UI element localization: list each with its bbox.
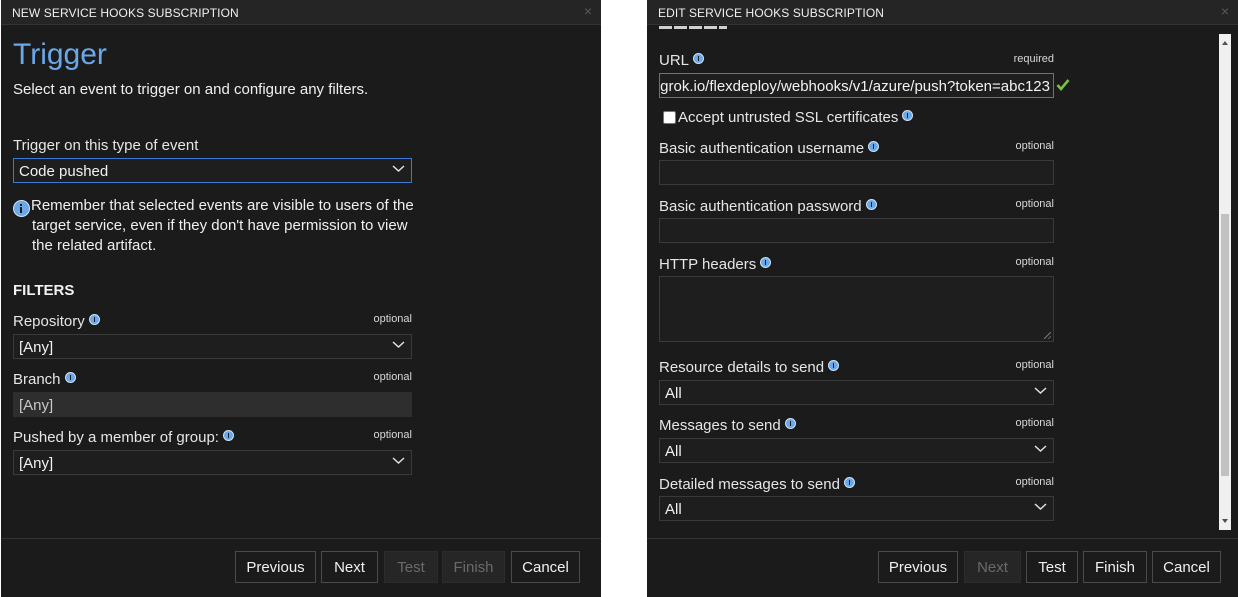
- url-label: URL: [659, 52, 705, 69]
- detailed-messages-optional: optional: [1015, 476, 1054, 488]
- info-icon: [902, 110, 914, 121]
- repository-label: Repository: [13, 313, 100, 330]
- chevron-down-icon: [392, 457, 405, 465]
- page-subtitle: Select an event to trigger on and config…: [13, 81, 369, 98]
- finish-button[interactable]: Finish: [442, 551, 505, 583]
- http-headers-label: HTTP headers: [659, 256, 772, 273]
- url-required: required: [1013, 53, 1054, 65]
- pushed-by-value: [Any]: [19, 455, 54, 472]
- messages-label: Messages to send: [659, 417, 796, 434]
- previous-button[interactable]: Previous: [235, 551, 316, 583]
- username-label: Basic authentication username: [659, 140, 880, 157]
- info-icon: [760, 257, 772, 268]
- branch-value: [Any]: [19, 397, 54, 414]
- dialog-footer: Previous Next Test Finish Cancel: [1, 538, 601, 597]
- edit-subscription-dialog: EDIT SERVICE HOOKS SUBSCRIPTION × ▬▬▬▬▬ …: [647, 0, 1238, 597]
- visibility-notice: Remember that selected events are visibl…: [31, 197, 414, 254]
- branch-optional: optional: [373, 371, 412, 383]
- title-bar: EDIT SERVICE HOOKS SUBSCRIPTION ×: [647, 0, 1238, 25]
- info-icon: [693, 53, 705, 64]
- cancel-button[interactable]: Cancel: [511, 551, 580, 583]
- repository-optional: optional: [373, 313, 412, 325]
- password-input[interactable]: [659, 218, 1054, 243]
- info-icon: [784, 418, 796, 429]
- chevron-down-icon: [392, 165, 405, 173]
- dialog-footer: Previous Next Test Finish Cancel: [647, 538, 1238, 597]
- vertical-scrollbar[interactable]: [1219, 34, 1231, 530]
- dialog-title: NEW SERVICE HOOKS SUBSCRIPTION: [12, 6, 239, 20]
- close-icon[interactable]: ×: [584, 3, 592, 19]
- resource-details-optional: optional: [1015, 359, 1054, 371]
- pushed-by-label: Pushed by a member of group:: [13, 429, 234, 446]
- chevron-down-icon: [1034, 387, 1047, 395]
- username-input[interactable]: [659, 160, 1054, 185]
- detailed-messages-select[interactable]: All: [659, 496, 1054, 521]
- page-heading: Trigger: [13, 38, 107, 71]
- scroll-up-arrow[interactable]: [1222, 41, 1228, 45]
- password-label: Basic authentication password: [659, 198, 877, 215]
- resource-details-value: All: [665, 385, 682, 402]
- password-optional: optional: [1015, 198, 1054, 210]
- resize-handle[interactable]: [1044, 332, 1051, 339]
- http-headers-textarea[interactable]: [659, 276, 1054, 342]
- repository-value: [Any]: [19, 339, 54, 356]
- url-input[interactable]: grok.io/flexdeploy/webhooks/v1/azure/pus…: [659, 73, 1054, 98]
- pushed-by-optional: optional: [373, 429, 412, 441]
- filters-heading: FILTERS: [13, 282, 75, 299]
- clipped-section-heading: ▬▬▬▬▬: [659, 26, 727, 30]
- branch-field: [Any]: [13, 392, 412, 417]
- info-icon: [868, 141, 880, 152]
- event-type-value: Code pushed: [19, 163, 109, 180]
- messages-optional: optional: [1015, 417, 1054, 429]
- event-type-label: Trigger on this type of event: [13, 137, 199, 154]
- ssl-checkbox[interactable]: [663, 111, 676, 124]
- pushed-by-select[interactable]: [Any]: [13, 450, 412, 475]
- scrollbar-thumb[interactable]: [1221, 214, 1229, 476]
- chevron-down-icon: [1034, 503, 1047, 511]
- next-button[interactable]: Next: [964, 551, 1021, 583]
- test-button[interactable]: Test: [384, 551, 438, 583]
- branch-label: Branch: [13, 371, 76, 388]
- test-button[interactable]: Test: [1026, 551, 1078, 583]
- username-optional: optional: [1015, 140, 1054, 152]
- http-headers-optional: optional: [1015, 256, 1054, 268]
- previous-button[interactable]: Previous: [878, 551, 958, 583]
- messages-select[interactable]: All: [659, 438, 1054, 463]
- info-icon: [843, 477, 855, 488]
- check-icon: [1056, 79, 1070, 91]
- chevron-down-icon: [1034, 445, 1047, 453]
- url-value: grok.io/flexdeploy/webhooks/v1/azure/pus…: [660, 78, 1050, 95]
- finish-button[interactable]: Finish: [1083, 551, 1147, 583]
- scroll-down-arrow[interactable]: [1222, 519, 1228, 523]
- new-subscription-dialog: NEW SERVICE HOOKS SUBSCRIPTION × Trigger…: [1, 0, 601, 597]
- resource-details-label: Resource details to send: [659, 359, 840, 376]
- dialog-title: EDIT SERVICE HOOKS SUBSCRIPTION: [658, 6, 885, 20]
- info-icon: [64, 372, 76, 383]
- info-icon: [865, 199, 877, 210]
- info-icon: [828, 360, 840, 371]
- cancel-button[interactable]: Cancel: [1152, 551, 1221, 583]
- next-button[interactable]: Next: [321, 551, 378, 583]
- close-icon[interactable]: ×: [1221, 3, 1229, 19]
- chevron-down-icon: [392, 341, 405, 349]
- detailed-messages-value: All: [665, 501, 682, 518]
- info-icon: [222, 430, 234, 441]
- messages-value: All: [665, 443, 682, 460]
- detailed-messages-label: Detailed messages to send: [659, 476, 855, 493]
- info-icon: [13, 200, 30, 217]
- event-type-select[interactable]: Code pushed: [13, 158, 412, 183]
- ssl-label[interactable]: Accept untrusted SSL certificates: [678, 109, 914, 126]
- resource-details-select[interactable]: All: [659, 380, 1054, 405]
- title-bar: NEW SERVICE HOOKS SUBSCRIPTION ×: [1, 0, 601, 25]
- info-icon: [88, 314, 100, 325]
- repository-select[interactable]: [Any]: [13, 334, 412, 359]
